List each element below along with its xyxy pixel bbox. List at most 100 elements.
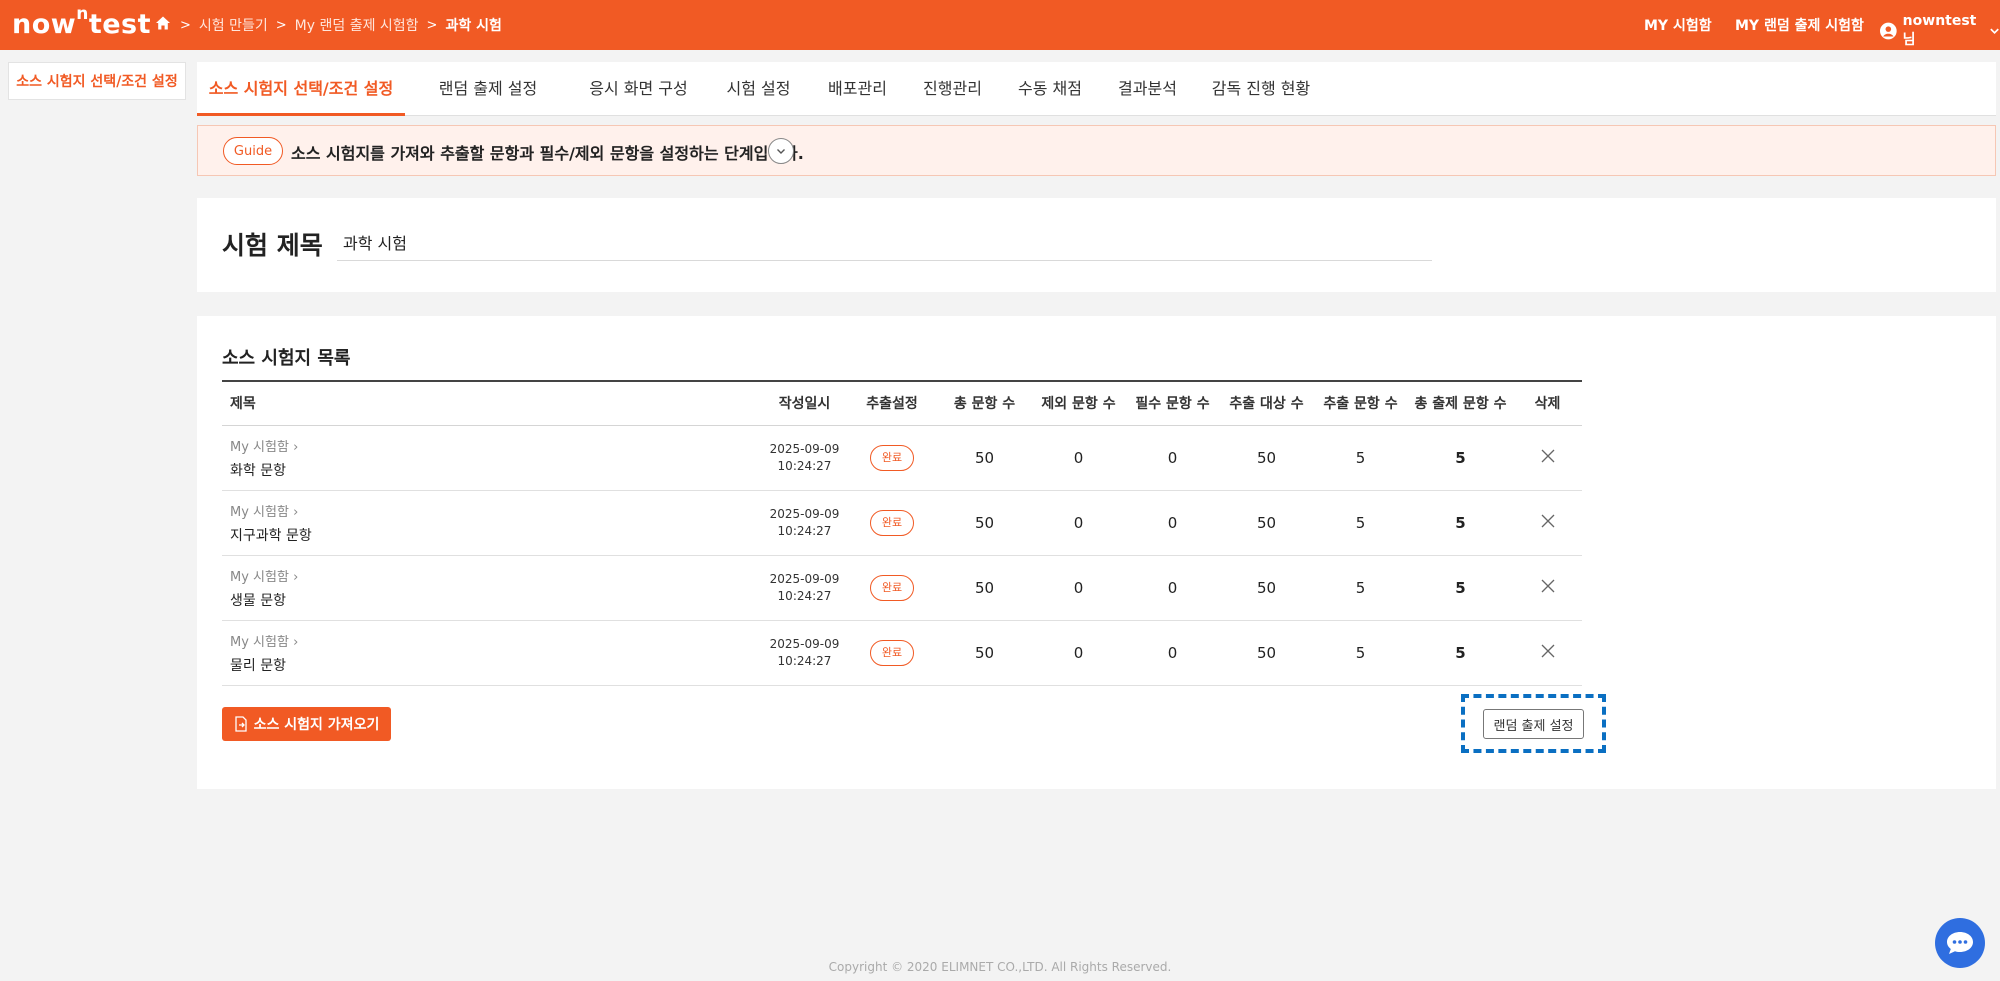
column-header: 추출 대상 수 <box>1220 381 1313 426</box>
cell-required: 0 <box>1125 555 1220 621</box>
import-source-button[interactable]: 소스 시험지 가져오기 <box>222 707 391 741</box>
random-settings-button[interactable]: 랜덤 출제 설정 <box>1483 709 1584 739</box>
exam-title-panel: 시험 제목 <box>197 198 1996 292</box>
column-header: 제목 <box>222 381 762 426</box>
table-row: My 시험함 › 생물 문항 2025-09-09 10:24:27 완료 50 … <box>222 555 1582 621</box>
cell-required: 0 <box>1125 620 1220 686</box>
tab-manual-grading[interactable]: 수동 채점 <box>1001 62 1099 116</box>
file-import-icon <box>235 716 247 732</box>
source-link[interactable]: My 시험함 › <box>230 501 762 520</box>
cell-final-total: 5 <box>1408 620 1513 686</box>
user-name: nowntest님 <box>1902 13 1977 48</box>
chevron-right-icon: › <box>293 504 299 520</box>
home-icon[interactable] <box>155 15 171 31</box>
source-link[interactable]: My 시험함 › <box>230 436 762 455</box>
column-header: 총 문항 수 <box>937 381 1032 426</box>
cell-date: 2025-09-09 10:24:27 <box>762 425 847 491</box>
source-list-panel: 소스 시험지 목록 제목 작성일시 추출설정 총 문항 수 제외 문항 수 필수… <box>197 316 1996 789</box>
close-icon[interactable] <box>1539 642 1557 660</box>
cell-date: 2025-09-09 10:24:27 <box>762 620 847 686</box>
cell-total: 50 <box>937 425 1032 491</box>
item-name: 지구과학 문항 <box>230 527 312 544</box>
user-avatar-icon <box>1880 22 1897 40</box>
cell-total: 50 <box>937 555 1032 621</box>
guide-badge: Guide <box>223 137 283 165</box>
cell-date: 2025-09-09 10:24:27 <box>762 490 847 556</box>
chat-button[interactable] <box>1935 918 1985 968</box>
tab-distribution[interactable]: 배포관리 <box>811 62 904 116</box>
cell-title: My 시험함 › 생물 문항 <box>222 555 762 621</box>
cell-date: 2025-09-09 10:24:27 <box>762 555 847 621</box>
exam-title-input[interactable] <box>337 223 1432 261</box>
cell-excluded: 0 <box>1032 555 1125 621</box>
tab-random-settings[interactable]: 랜덤 출제 설정 <box>405 62 571 116</box>
column-header: 작성일시 <box>762 381 847 426</box>
cell-title: My 시험함 › 화학 문항 <box>222 425 762 491</box>
cell-final-total: 5 <box>1408 555 1513 621</box>
cell-target: 50 <box>1220 555 1313 621</box>
chevron-down-icon <box>777 149 785 154</box>
chevron-right-icon: > <box>426 17 438 33</box>
status-badge[interactable]: 완료 <box>870 574 914 601</box>
source-table: 제목 작성일시 추출설정 총 문항 수 제외 문항 수 필수 문항 수 추출 대… <box>222 380 1582 686</box>
cell-status: 완료 <box>847 555 937 621</box>
cell-final-total: 5 <box>1408 490 1513 556</box>
table-header-row: 제목 작성일시 추출설정 총 문항 수 제외 문항 수 필수 문항 수 추출 대… <box>222 381 1582 426</box>
tab-exam-settings[interactable]: 시험 설정 <box>706 62 811 116</box>
close-icon[interactable] <box>1539 512 1557 530</box>
guide-expand-button[interactable] <box>768 138 794 164</box>
chevron-right-icon: › <box>293 634 299 650</box>
cell-target: 50 <box>1220 490 1313 556</box>
guide-text: 소스 시험지를 가져와 추출할 문항과 필수/제외 문항을 설정하는 단계입니다… <box>291 144 804 163</box>
column-header: 제외 문항 수 <box>1032 381 1125 426</box>
cell-target: 50 <box>1220 425 1313 491</box>
tab-proctoring-status[interactable]: 감독 진행 현황 <box>1196 62 1326 116</box>
cell-extract: 5 <box>1313 490 1408 556</box>
table-row: My 시험함 › 지구과학 문항 2025-09-09 10:24:27 완료 5… <box>222 490 1582 556</box>
source-link[interactable]: My 시험함 › <box>230 566 762 585</box>
close-icon[interactable] <box>1539 577 1557 595</box>
breadcrumb-item[interactable]: 시험 만들기 <box>199 15 268 35</box>
cell-required: 0 <box>1125 425 1220 491</box>
breadcrumb-item[interactable]: My 랜덤 출제 시험함 <box>295 15 419 35</box>
cell-title: My 시험함 › 지구과학 문항 <box>222 490 762 556</box>
table-row: My 시험함 › 화학 문항 2025-09-09 10:24:27 완료 50 … <box>222 425 1582 491</box>
close-icon[interactable] <box>1539 447 1557 465</box>
tab-screen-layout[interactable]: 응시 화면 구성 <box>571 62 706 116</box>
tab-result-analysis[interactable]: 결과분석 <box>1099 62 1196 116</box>
tab-source-select[interactable]: 소스 시험지 선택/조건 설정 <box>197 62 405 116</box>
cell-extract: 5 <box>1313 555 1408 621</box>
breadcrumb-current: 과학 시험 <box>445 18 502 34</box>
nav-my-random-exams[interactable]: MY 랜덤 출제 시험함 <box>1735 15 1864 35</box>
highlight-box: 랜덤 출제 설정 <box>1461 694 1606 753</box>
cell-excluded: 0 <box>1032 425 1125 491</box>
cell-status: 완료 <box>847 620 937 686</box>
nav-my-exams[interactable]: MY 시험함 <box>1644 15 1712 35</box>
cell-excluded: 0 <box>1032 490 1125 556</box>
cell-delete <box>1513 555 1582 621</box>
item-name: 생물 문항 <box>230 592 286 609</box>
sidebar-item-source-select[interactable]: 소스 시험지 선택/조건 설정 <box>8 62 186 100</box>
guide-banner: Guide 소스 시험지를 가져와 추출할 문항과 필수/제외 문항을 설정하는… <box>197 125 1996 176</box>
footer-copyright: Copyright © 2020 ELIMNET CO.,LTD. All Ri… <box>828 960 1172 974</box>
status-badge[interactable]: 완료 <box>870 509 914 536</box>
cell-excluded: 0 <box>1032 620 1125 686</box>
tab-progress[interactable]: 진행관리 <box>904 62 1001 116</box>
logo[interactable]: nowntest <box>12 4 151 40</box>
cell-title: My 시험함 › 물리 문항 <box>222 620 762 686</box>
item-name: 물리 문항 <box>230 657 286 674</box>
cell-final-total: 5 <box>1408 425 1513 491</box>
column-header: 삭제 <box>1513 381 1582 426</box>
cell-delete <box>1513 490 1582 556</box>
cell-delete <box>1513 620 1582 686</box>
exam-title-label: 시험 제목 <box>222 231 323 260</box>
status-badge[interactable]: 완료 <box>870 444 914 471</box>
breadcrumb: > 시험 만들기 > My 랜덤 출제 시험함 > 과학 시험 <box>180 15 502 35</box>
user-menu[interactable]: nowntest님 <box>1880 13 2000 49</box>
cell-extract: 5 <box>1313 425 1408 491</box>
status-badge[interactable]: 완료 <box>870 639 914 666</box>
source-link[interactable]: My 시험함 › <box>230 631 762 650</box>
cell-status: 완료 <box>847 425 937 491</box>
chat-icon <box>1947 932 1973 954</box>
chevron-right-icon: > <box>275 17 287 33</box>
